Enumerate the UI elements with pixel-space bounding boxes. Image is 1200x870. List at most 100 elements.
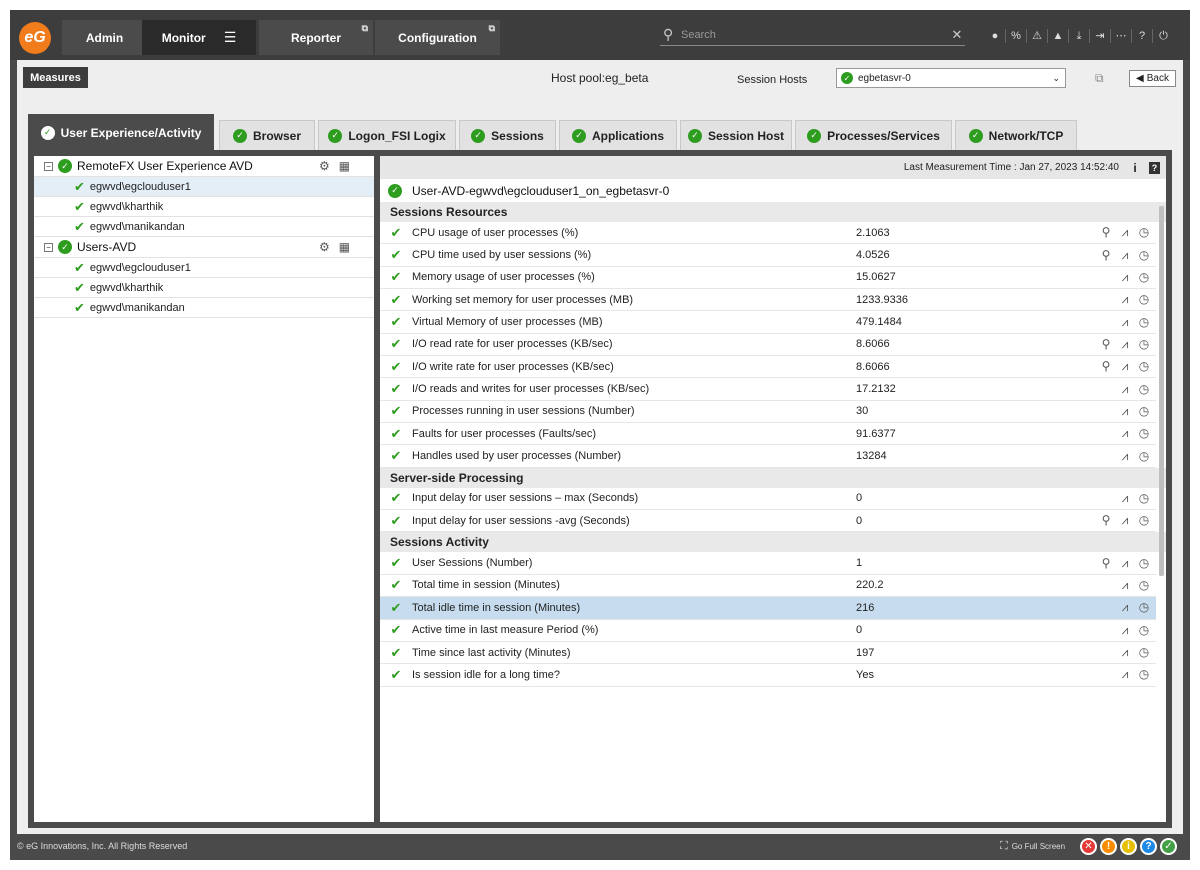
- collapse-icon[interactable]: −: [44, 161, 53, 171]
- measure-row[interactable]: ✔ Handles used by user processes (Number)…: [380, 445, 1156, 468]
- component-tab[interactable]: ✓ Session Host: [680, 120, 792, 150]
- nav-tab-monitor[interactable]: Monitor ☰: [142, 20, 256, 55]
- tree-item[interactable]: ✔ egwvd\manikandan: [34, 217, 374, 237]
- measure-row[interactable]: ✔ Processes running in user sessions (Num…: [380, 401, 1156, 424]
- measure-row[interactable]: ✔ Faults for user processes (Faults/sec) 9…: [380, 423, 1156, 446]
- component-tab[interactable]: ✓ Network/TCP: [955, 120, 1077, 150]
- history-icon[interactable]: ◷: [1138, 491, 1150, 506]
- graph-icon[interactable]: ⩘: [1119, 337, 1131, 352]
- graph-icon[interactable]: ⩘: [1119, 556, 1131, 571]
- help-icon[interactable]: ?: [1149, 161, 1160, 174]
- history-icon[interactable]: ◷: [1138, 449, 1150, 464]
- graph-icon[interactable]: ⩘: [1119, 292, 1131, 307]
- history-icon[interactable]: ◷: [1138, 600, 1150, 615]
- close-icon[interactable]: ✕: [949, 27, 965, 43]
- history-icon[interactable]: ◷: [1138, 513, 1150, 528]
- menu-icon[interactable]: ☰: [224, 29, 237, 46]
- logout-icon[interactable]: ⇥: [1090, 29, 1111, 43]
- tree-item[interactable]: ✔ egwvd\egclouduser1: [34, 177, 374, 197]
- status-dot-icon[interactable]: i: [1120, 838, 1137, 855]
- measure-row[interactable]: ✔ Is session idle for a long time? Yes ⩘ ◷: [380, 664, 1156, 687]
- status-dot-icon[interactable]: ?: [1140, 838, 1157, 855]
- history-icon[interactable]: ◷: [1138, 270, 1150, 285]
- graph-icon[interactable]: ⩘: [1119, 667, 1131, 682]
- tree-item[interactable]: ✔ egwvd\kharthik: [34, 197, 374, 217]
- component-tab[interactable]: ✓ Browser: [219, 120, 315, 150]
- measure-row[interactable]: ✔ Input delay for user sessions -avg (Sec…: [380, 510, 1156, 533]
- user-icon[interactable]: ●: [985, 29, 1006, 43]
- export-icon[interactable]: ⧉: [1095, 71, 1104, 86]
- search-icon[interactable]: ⚲: [1100, 248, 1112, 263]
- graph-icon[interactable]: ⩘: [1119, 600, 1131, 615]
- history-icon[interactable]: ◷: [1138, 578, 1150, 593]
- measure-row[interactable]: ✔ I/O reads and writes for user processes…: [380, 378, 1156, 401]
- component-tab[interactable]: ✓ Sessions: [459, 120, 556, 150]
- more-icon[interactable]: ⋯: [1111, 29, 1132, 43]
- settings-icon[interactable]: ⚙: [319, 240, 330, 254]
- graph-icon[interactable]: ⩘: [1119, 315, 1131, 330]
- status-dot-icon[interactable]: ✓: [1160, 838, 1177, 855]
- history-icon[interactable]: ◷: [1138, 315, 1150, 330]
- search-input[interactable]: [681, 28, 949, 41]
- graph-icon[interactable]: ⩘: [1119, 225, 1131, 240]
- alarm-icon[interactable]: ⚠: [1027, 29, 1048, 43]
- history-icon[interactable]: ◷: [1138, 623, 1150, 638]
- history-icon[interactable]: ◷: [1138, 337, 1150, 352]
- measure-row[interactable]: ✔ Total idle time in session (Minutes) 216…: [380, 597, 1156, 620]
- graph-icon[interactable]: ⩘: [1119, 426, 1131, 441]
- graph-icon[interactable]: ⩘: [1119, 382, 1131, 397]
- search-icon[interactable]: ⚲: [1100, 225, 1112, 240]
- session-host-select[interactable]: ✓ egbetasvr-0 ⌄: [836, 68, 1066, 88]
- measure-row[interactable]: ✔ Total time in session (Minutes) 220.2 ⩘ ◷: [380, 575, 1156, 598]
- nav-tab-admin[interactable]: Admin: [62, 20, 147, 55]
- history-icon[interactable]: ◷: [1138, 426, 1150, 441]
- bell-icon[interactable]: ▲: [1048, 29, 1069, 43]
- measure-row[interactable]: ✔ User Sessions (Number) 1 ⚲ ⩘ ◷: [380, 552, 1156, 575]
- tree-group[interactable]: − ✓ RemoteFX User Experience AVD ⚙ ▦: [34, 156, 374, 177]
- status-dot-icon[interactable]: !: [1100, 838, 1117, 855]
- measure-row[interactable]: ✔ Active time in last measure Period (%) 0…: [380, 620, 1156, 642]
- history-icon[interactable]: ◷: [1138, 225, 1150, 240]
- graph-icon[interactable]: ⩘: [1119, 513, 1131, 528]
- graph-icon[interactable]: ⩘: [1119, 645, 1131, 660]
- report-icon[interactable]: ▦: [339, 159, 350, 173]
- history-icon[interactable]: ◷: [1138, 645, 1150, 660]
- status-dot-icon[interactable]: ✕: [1080, 838, 1097, 855]
- tree-item[interactable]: ✔ egwvd\kharthik: [34, 278, 374, 298]
- measure-row[interactable]: ✔ CPU time used by user sessions (%) 4.052…: [380, 244, 1156, 267]
- graph-icon[interactable]: ⩘: [1119, 270, 1131, 285]
- link-icon[interactable]: %: [1006, 29, 1027, 43]
- component-tab[interactable]: ✓ Logon_FSI Logix: [318, 120, 456, 150]
- back-button[interactable]: ◀ Back: [1129, 70, 1176, 87]
- scrollbar[interactable]: [1159, 206, 1164, 576]
- graph-icon[interactable]: ⩘: [1119, 491, 1131, 506]
- nav-tab-reporter[interactable]: Reporter ⧉: [259, 20, 373, 55]
- search-icon[interactable]: ⚲: [1100, 359, 1112, 374]
- collapse-icon[interactable]: −: [44, 242, 53, 252]
- go-full-screen-button[interactable]: ⛶ Go Full Screen: [1000, 840, 1065, 853]
- history-icon[interactable]: ◷: [1138, 248, 1150, 263]
- graph-icon[interactable]: ⩘: [1119, 404, 1131, 419]
- component-tab[interactable]: ✓ User Experience/Activity: [28, 114, 214, 150]
- measure-row[interactable]: ✔ Input delay for user sessions – max (Se…: [380, 488, 1156, 511]
- help-icon[interactable]: ?: [1132, 29, 1153, 43]
- settings-icon[interactable]: ⚙: [319, 159, 330, 173]
- tree-group[interactable]: − ✓ Users-AVD ⚙ ▦: [34, 237, 374, 258]
- measures-button[interactable]: Measures: [23, 67, 88, 88]
- graph-icon[interactable]: ⩘: [1119, 578, 1131, 593]
- measure-row[interactable]: ✔ Memory usage of user processes (%) 15.06…: [380, 267, 1156, 290]
- search-icon[interactable]: ⚲: [1100, 337, 1112, 352]
- measure-row[interactable]: ✔ I/O read rate for user processes (KB/se…: [380, 334, 1156, 357]
- search-icon[interactable]: ⚲: [1100, 556, 1112, 571]
- report-icon[interactable]: ▦: [339, 240, 350, 254]
- search-icon[interactable]: ⚲: [1100, 513, 1112, 528]
- measure-row[interactable]: ✔ Virtual Memory of user processes (MB) 47…: [380, 311, 1156, 334]
- history-icon[interactable]: ◷: [1138, 292, 1150, 307]
- history-icon[interactable]: ◷: [1138, 667, 1150, 682]
- tree-item[interactable]: ✔ egwvd\manikandan: [34, 298, 374, 318]
- measure-row[interactable]: ✔ Working set memory for user processes (…: [380, 289, 1156, 312]
- power-icon[interactable]: ⏻: [1153, 29, 1174, 43]
- eg-logo[interactable]: eG: [19, 22, 51, 54]
- component-tab[interactable]: ✓ Applications: [559, 120, 677, 150]
- graph-icon[interactable]: ⩘: [1119, 359, 1131, 374]
